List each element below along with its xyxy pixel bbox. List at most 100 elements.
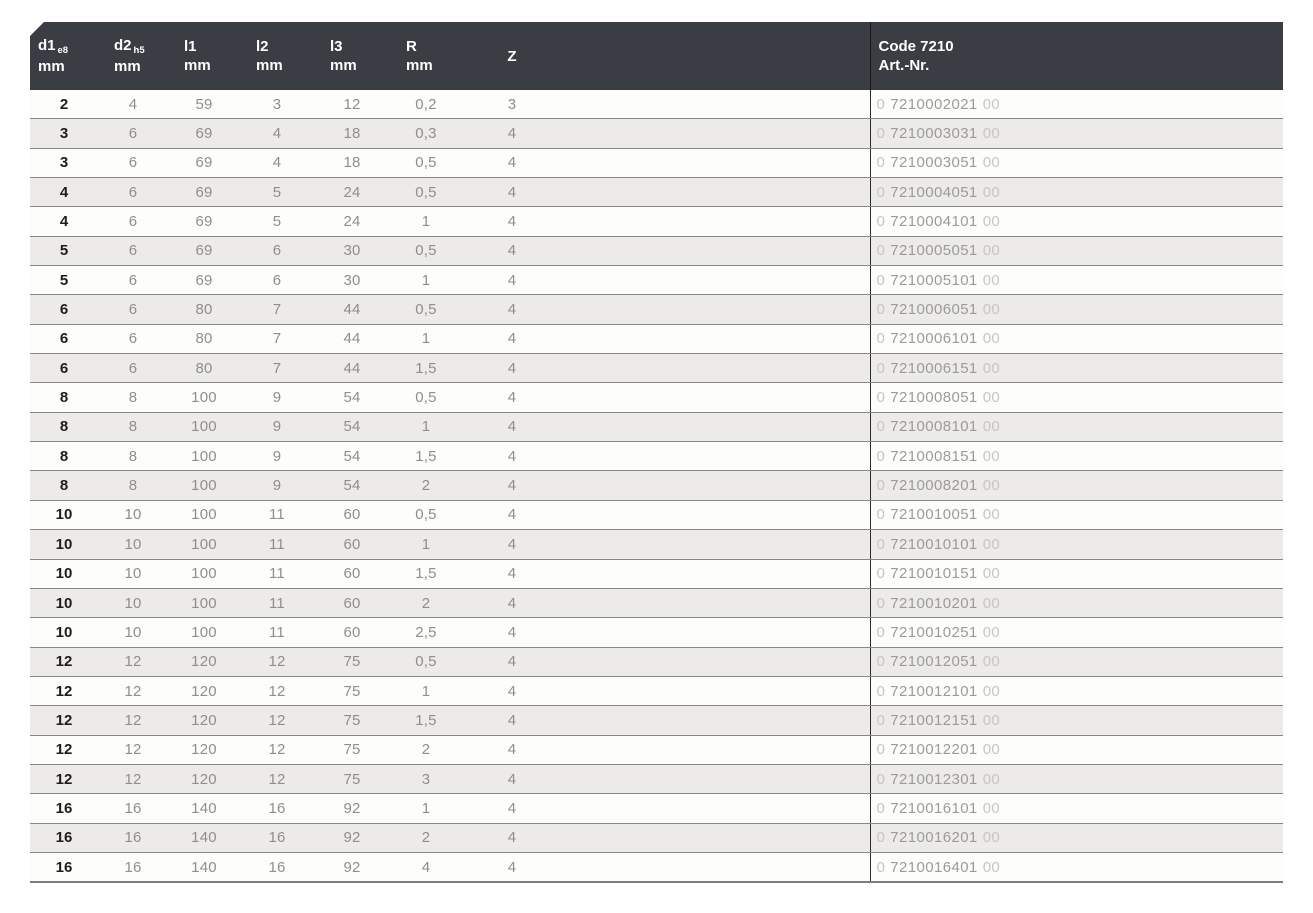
table-row: 881009540,540721000805100 bbox=[30, 383, 1283, 412]
article-number-suffix: 00 bbox=[983, 360, 1001, 377]
cell-article-number: 0721001015100 bbox=[870, 559, 1283, 588]
cell-l1: 140 bbox=[168, 794, 240, 823]
article-number-main: 7210005101 bbox=[890, 272, 977, 289]
cell-filler bbox=[562, 324, 870, 353]
cell-r: 4 bbox=[390, 852, 462, 882]
cell-filler bbox=[562, 412, 870, 441]
article-number-main: 7210004101 bbox=[890, 213, 977, 230]
cell-d1: 12 bbox=[30, 706, 98, 735]
article-number-suffix: 00 bbox=[983, 595, 1001, 612]
cell-filler bbox=[562, 735, 870, 764]
cell-article-number: 0721001005100 bbox=[870, 500, 1283, 529]
article-number-main: 7210012151 bbox=[890, 712, 977, 729]
cell-z: 4 bbox=[462, 178, 562, 207]
article-number-main: 7210016401 bbox=[890, 859, 977, 876]
table-row: 36694180,540721000305100 bbox=[30, 148, 1283, 177]
cell-l3: 44 bbox=[314, 324, 390, 353]
cell-article-number: 0721000405100 bbox=[870, 178, 1283, 207]
cell-article-number: 0721000610100 bbox=[870, 324, 1283, 353]
article-number-suffix: 00 bbox=[983, 477, 1001, 494]
header-d2-tolerance: h5 bbox=[134, 45, 145, 56]
cell-r: 1 bbox=[390, 266, 462, 295]
header-l2: l2 mm bbox=[240, 22, 314, 90]
table-row: 46695240,540721000405100 bbox=[30, 178, 1283, 207]
cell-l1: 100 bbox=[168, 500, 240, 529]
article-number-suffix: 00 bbox=[983, 301, 1001, 318]
cell-filler bbox=[562, 530, 870, 559]
cell-l2: 9 bbox=[240, 471, 314, 500]
cell-l1: 100 bbox=[168, 412, 240, 441]
cell-d1: 8 bbox=[30, 471, 98, 500]
cell-l3: 54 bbox=[314, 442, 390, 471]
article-number-prefix: 0 bbox=[877, 653, 886, 670]
cell-d1: 10 bbox=[30, 618, 98, 647]
article-number-suffix: 00 bbox=[983, 624, 1001, 641]
cell-z: 4 bbox=[462, 794, 562, 823]
table-row: 6680744140721000610100 bbox=[30, 324, 1283, 353]
article-number-main: 7210012051 bbox=[890, 653, 977, 670]
header-l2-label: l2 bbox=[256, 38, 269, 55]
header-filler bbox=[562, 22, 870, 90]
cell-filler bbox=[562, 618, 870, 647]
article-number-suffix: 00 bbox=[983, 800, 1001, 817]
cell-filler bbox=[562, 295, 870, 324]
article-number-prefix: 0 bbox=[877, 448, 886, 465]
cell-l1: 80 bbox=[168, 324, 240, 353]
cell-d1: 12 bbox=[30, 735, 98, 764]
cell-l3: 12 bbox=[314, 90, 390, 119]
cell-d2: 10 bbox=[98, 618, 168, 647]
article-number-main: 7210010151 bbox=[890, 565, 977, 582]
article-number-main: 7210005051 bbox=[890, 242, 977, 259]
article-number-suffix: 00 bbox=[983, 829, 1001, 846]
cell-l1: 80 bbox=[168, 354, 240, 383]
cell-l3: 75 bbox=[314, 676, 390, 705]
article-number-main: 7210006151 bbox=[890, 360, 977, 377]
cell-z: 4 bbox=[462, 119, 562, 148]
cell-filler bbox=[562, 383, 870, 412]
cell-l2: 12 bbox=[240, 735, 314, 764]
cell-d2: 8 bbox=[98, 383, 168, 412]
cell-l3: 24 bbox=[314, 178, 390, 207]
cell-r: 0,5 bbox=[390, 647, 462, 676]
table-row: 16161401692440721001640100 bbox=[30, 852, 1283, 882]
cell-d2: 6 bbox=[98, 207, 168, 236]
cell-filler bbox=[562, 852, 870, 882]
article-number-prefix: 0 bbox=[877, 389, 886, 406]
cell-d2: 16 bbox=[98, 852, 168, 882]
product-spec-table: d1e8 mm d2h5 mm l1 mm l2 mm l3 mm bbox=[30, 22, 1283, 883]
cell-l3: 60 bbox=[314, 588, 390, 617]
header-row: d1e8 mm d2h5 mm l1 mm l2 mm l3 mm bbox=[30, 22, 1283, 90]
cell-r: 0,5 bbox=[390, 236, 462, 265]
cell-z: 4 bbox=[462, 588, 562, 617]
article-number-suffix: 00 bbox=[983, 184, 1001, 201]
cell-filler bbox=[562, 266, 870, 295]
cell-l2: 12 bbox=[240, 764, 314, 793]
cell-z: 4 bbox=[462, 706, 562, 735]
cell-r: 1,5 bbox=[390, 706, 462, 735]
article-number-suffix: 00 bbox=[983, 330, 1001, 347]
article-number-suffix: 00 bbox=[983, 683, 1001, 700]
article-number-main: 7210016201 bbox=[890, 829, 977, 846]
cell-d2: 10 bbox=[98, 500, 168, 529]
cell-l2: 11 bbox=[240, 559, 314, 588]
cell-l2: 3 bbox=[240, 90, 314, 119]
article-number-suffix: 00 bbox=[983, 96, 1001, 113]
cell-d1: 10 bbox=[30, 588, 98, 617]
cell-d1: 12 bbox=[30, 676, 98, 705]
cell-l3: 18 bbox=[314, 148, 390, 177]
article-number-suffix: 00 bbox=[983, 536, 1001, 553]
table-row: 88100954240721000820100 bbox=[30, 471, 1283, 500]
cell-article-number: 0721000805100 bbox=[870, 383, 1283, 412]
table-row: 12121201275140721001210100 bbox=[30, 676, 1283, 705]
article-number-main: 7210004051 bbox=[890, 184, 977, 201]
article-number-main: 7210008101 bbox=[890, 418, 977, 435]
header-l1: l1 mm bbox=[168, 22, 240, 90]
cell-d2: 8 bbox=[98, 412, 168, 441]
cell-d1: 16 bbox=[30, 794, 98, 823]
header-code: Code 7210 Art.-Nr. bbox=[870, 22, 1283, 90]
article-number-prefix: 0 bbox=[877, 536, 886, 553]
cell-d2: 10 bbox=[98, 530, 168, 559]
cell-d1: 6 bbox=[30, 354, 98, 383]
cell-r: 1 bbox=[390, 530, 462, 559]
article-number-prefix: 0 bbox=[877, 506, 886, 523]
